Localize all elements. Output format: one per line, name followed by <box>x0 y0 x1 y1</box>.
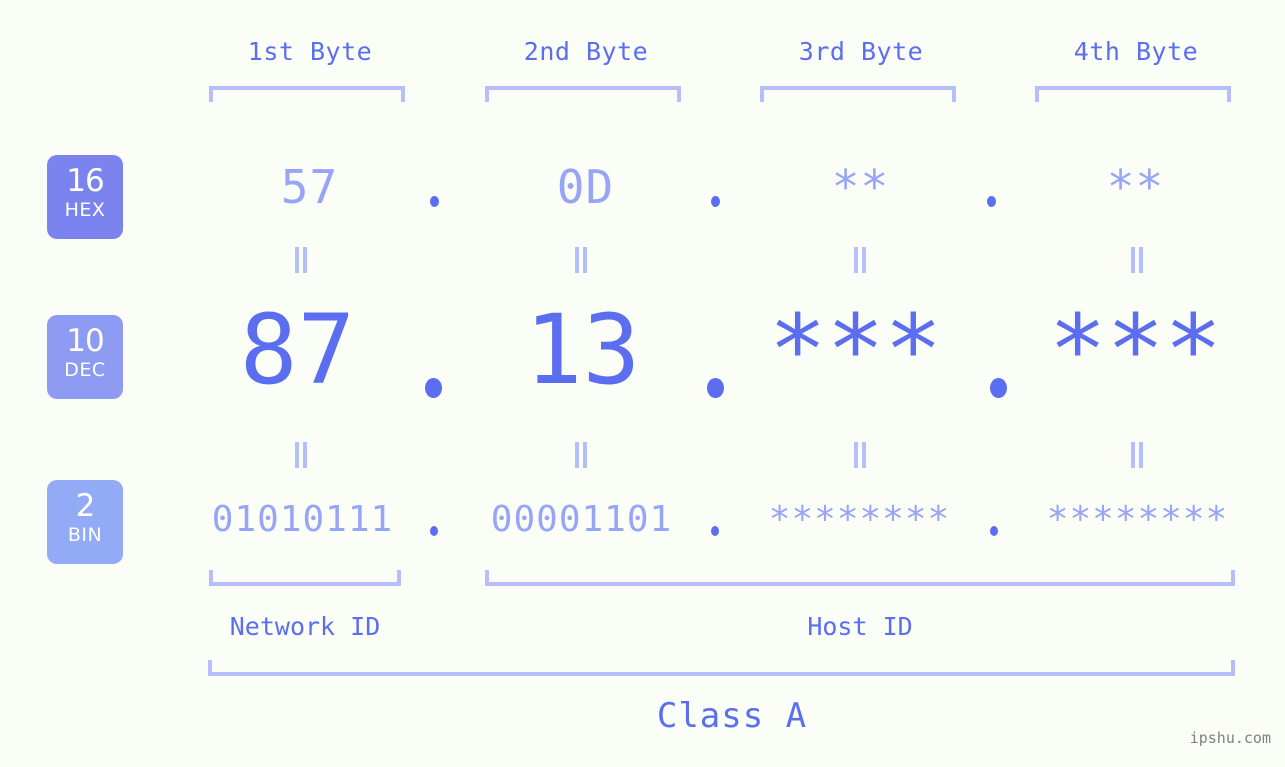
hex-separator-2 <box>711 196 720 207</box>
equals-connector-dec-bin-4 <box>1128 442 1146 468</box>
bin-separator-3 <box>990 526 998 536</box>
dec-separator-2 <box>707 378 724 398</box>
byte-bracket-1 <box>209 86 405 102</box>
hex-octet-2: 0D <box>556 160 615 214</box>
dec-separator-1 <box>425 378 442 398</box>
bin-separator-1 <box>430 526 438 536</box>
ip-address-breakdown-diagram: 1st Byte 2nd Byte 3rd Byte 4th Byte 16 H… <box>0 0 1285 767</box>
byte-header-2: 2nd Byte <box>523 37 649 66</box>
byte-header-3: 3rd Byte <box>798 37 924 66</box>
equals-connector-hex-dec-2 <box>572 247 590 273</box>
bin-separator-2 <box>711 526 719 536</box>
base-badge-bin-number: 2 <box>75 488 96 524</box>
byte-bracket-4 <box>1035 86 1231 102</box>
base-badge-bin: 2 BIN <box>47 480 123 564</box>
dec-octet-3: *** <box>768 294 943 406</box>
network-id-label: Network ID <box>229 612 381 641</box>
bin-octet-2: 00001101 <box>490 499 673 540</box>
base-badge-dec-number: 10 <box>66 323 104 359</box>
class-label: Class A <box>656 696 808 736</box>
byte-bracket-3 <box>760 86 956 102</box>
byte-header-1: 1st Byte <box>247 37 373 66</box>
bin-octet-1: 01010111 <box>211 499 394 540</box>
equals-connector-dec-bin-3 <box>851 442 869 468</box>
base-badge-hex-abbr: HEX <box>64 199 106 221</box>
dec-octet-2: 13 <box>524 294 641 406</box>
equals-connector-dec-bin-1 <box>292 442 310 468</box>
dec-separator-3 <box>990 378 1007 398</box>
hex-separator-3 <box>987 196 996 207</box>
bin-octet-3: ******** <box>768 499 951 540</box>
hex-octet-4: ** <box>1106 160 1165 214</box>
site-watermark: ipshu.com <box>1189 729 1271 747</box>
equals-connector-hex-dec-3 <box>851 247 869 273</box>
dec-octet-4: *** <box>1048 294 1223 406</box>
base-badge-dec-abbr: DEC <box>64 359 106 381</box>
base-badge-hex-number: 16 <box>66 163 104 199</box>
network-id-bracket <box>209 570 401 586</box>
hex-octet-1: 57 <box>280 160 339 214</box>
base-badge-dec: 10 DEC <box>47 315 123 399</box>
byte-header-4: 4th Byte <box>1073 37 1199 66</box>
byte-bracket-2 <box>485 86 681 102</box>
equals-connector-dec-bin-2 <box>572 442 590 468</box>
host-id-label: Host ID <box>807 612 913 641</box>
base-badge-hex: 16 HEX <box>47 155 123 239</box>
class-bracket <box>208 660 1235 676</box>
dec-octet-1: 87 <box>239 294 356 406</box>
base-badge-bin-abbr: BIN <box>67 524 103 546</box>
hex-separator-1 <box>430 196 439 207</box>
bin-octet-4: ******** <box>1046 499 1229 540</box>
equals-connector-hex-dec-4 <box>1128 247 1146 273</box>
host-id-bracket <box>485 570 1235 586</box>
equals-connector-hex-dec-1 <box>292 247 310 273</box>
hex-octet-3: ** <box>831 160 890 214</box>
